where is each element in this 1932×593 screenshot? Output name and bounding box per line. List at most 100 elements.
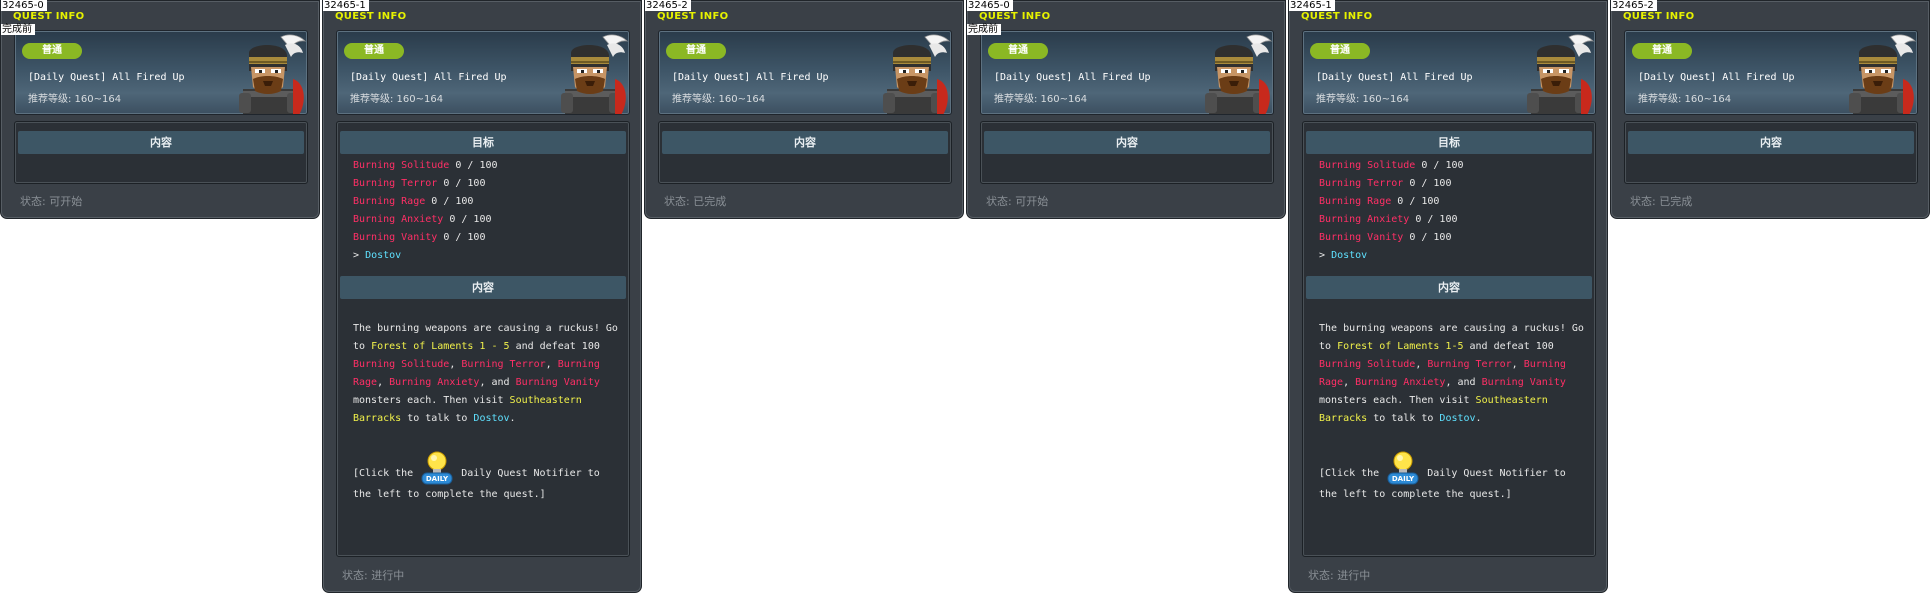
quest-info-window: 32465-1 QUEST INFO 普通 [Daily Quest] All … bbox=[1288, 0, 1608, 593]
goal-count: 0 / 100 bbox=[443, 232, 486, 243]
goal-mob-name: Burning Solitude bbox=[1319, 160, 1416, 171]
quest-status: 状态: 进行中 bbox=[342, 569, 405, 582]
quest-type-badge: 普通 bbox=[1632, 43, 1692, 59]
goal-row: Burning Vanity 0 / 100 bbox=[353, 232, 485, 244]
quest-header-card: 普通 [Daily Quest] All Fired Up 推荐等级: 160~… bbox=[980, 30, 1274, 115]
quest-subtitle: 完成前 bbox=[967, 24, 1001, 35]
quest-id-label: 32465-1 bbox=[323, 0, 369, 11]
recommended-level: 推荐等级: 160~164 bbox=[350, 94, 444, 105]
goal-count: 0 / 100 bbox=[431, 196, 474, 207]
desc-mob: Burning Anxiety bbox=[1355, 377, 1446, 388]
desc-text: to talk to bbox=[401, 413, 474, 424]
npc-portrait-svg bbox=[883, 34, 951, 114]
window-title: QUEST INFO bbox=[979, 11, 1051, 22]
daily-quest-notifier-icon[interactable]: DAILY bbox=[421, 450, 453, 486]
desc-text: . bbox=[509, 413, 516, 424]
desc-mob: Burning Terror bbox=[461, 359, 546, 370]
desc-text: , bbox=[1415, 359, 1428, 370]
goal-section-header: 目标 bbox=[1306, 131, 1592, 154]
content-section-header: 内容 bbox=[1628, 131, 1914, 154]
quest-info-window: 32465-1 QUEST INFO 普通 [Daily Quest] All … bbox=[322, 0, 642, 593]
quest-id-label: 32465-2 bbox=[1611, 0, 1657, 11]
quest-name: [Daily Quest] All Fired Up bbox=[994, 72, 1151, 83]
quest-status: 状态: 进行中 bbox=[1308, 569, 1371, 582]
quest-status: 状态: 已完成 bbox=[1630, 195, 1693, 208]
quest-description: The burning weapons are causing a ruckus… bbox=[1319, 320, 1585, 428]
quest-description: The burning weapons are causing a ruckus… bbox=[353, 320, 619, 428]
npc-link-row[interactable]: > Dostov bbox=[1319, 250, 1367, 262]
goal-row: Burning Rage 0 / 100 bbox=[353, 196, 473, 208]
desc-text: and defeat 100 bbox=[1463, 341, 1554, 352]
npc-portrait-svg bbox=[561, 34, 629, 114]
desc-text: , bbox=[1343, 377, 1356, 388]
quest-status: 状态: 已完成 bbox=[664, 195, 727, 208]
npc-portrait-icon bbox=[557, 31, 629, 114]
npc-link[interactable]: Dostov bbox=[365, 250, 401, 261]
desc-text: . bbox=[1475, 413, 1482, 424]
quest-name: [Daily Quest] All Fired Up bbox=[28, 72, 185, 83]
npc-arrow-icon: > bbox=[353, 250, 360, 261]
desc-mob: Burning Terror bbox=[1427, 359, 1512, 370]
npc-link-row[interactable]: > Dostov bbox=[353, 250, 401, 262]
npc-portrait-svg bbox=[1205, 34, 1273, 114]
content-section-header: 内容 bbox=[18, 131, 304, 154]
recommended-level: 推荐等级: 160~164 bbox=[672, 94, 766, 105]
goal-count: 0 / 100 bbox=[1421, 160, 1464, 171]
window-title: QUEST INFO bbox=[335, 11, 407, 22]
quest-header-card: 普通 [Daily Quest] All Fired Up 推荐等级: 160~… bbox=[336, 30, 630, 115]
content-section-header: 内容 bbox=[662, 131, 948, 154]
goal-mob-name: Burning Anxiety bbox=[1319, 214, 1410, 225]
quest-body: 内容 bbox=[980, 121, 1274, 184]
daily-quest-notifier-svg: DAILY bbox=[421, 451, 453, 485]
goal-mob-name: Burning Rage bbox=[353, 196, 426, 207]
goal-row: Burning Anxiety 0 / 100 bbox=[353, 214, 492, 226]
quest-id-label: 32465-0 bbox=[967, 0, 1013, 11]
quest-type-badge: 普通 bbox=[1310, 43, 1370, 59]
goal-count: 0 / 100 bbox=[449, 214, 492, 225]
goal-mob-name: Burning Rage bbox=[1319, 196, 1392, 207]
goal-count: 0 / 100 bbox=[1409, 232, 1452, 243]
quest-subtitle: 完成前 bbox=[1, 24, 35, 35]
quest-type-badge: 普通 bbox=[22, 43, 82, 59]
daily-quest-notifier-svg: DAILY bbox=[1387, 451, 1419, 485]
quest-info-window: 32465-0 完成前 QUEST INFO 普通 [Daily Quest] … bbox=[0, 0, 320, 219]
quest-info-window: 32465-2 QUEST INFO 普通 [Daily Quest] All … bbox=[1610, 0, 1930, 219]
notifier-hint: [Click the DAILY Daily Quest Notifier to… bbox=[353, 450, 619, 504]
npc-link[interactable]: Dostov bbox=[1331, 250, 1367, 261]
goal-row: Burning Solitude 0 / 100 bbox=[353, 160, 498, 172]
desc-text: , and bbox=[1445, 377, 1482, 388]
desc-mob: Burning Anxiety bbox=[389, 377, 480, 388]
goal-mob-name: Burning Vanity bbox=[1319, 232, 1404, 243]
desc-npc: Dostov bbox=[473, 413, 510, 424]
npc-arrow-icon: > bbox=[1319, 250, 1326, 261]
goal-count: 0 / 100 bbox=[1397, 196, 1440, 207]
content-section-header: 内容 bbox=[340, 276, 626, 299]
goal-row: Burning Terror 0 / 100 bbox=[1319, 178, 1451, 190]
quest-name: [Daily Quest] All Fired Up bbox=[672, 72, 829, 83]
quest-status: 状态: 可开始 bbox=[20, 195, 83, 208]
window-title: QUEST INFO bbox=[657, 11, 729, 22]
quest-body: 目标 Burning Solitude 0 / 100 Burning Terr… bbox=[1302, 121, 1596, 557]
quest-name: [Daily Quest] All Fired Up bbox=[1316, 72, 1473, 83]
npc-portrait-icon bbox=[1523, 31, 1595, 114]
npc-portrait-svg bbox=[1527, 34, 1595, 114]
goal-row: Burning Terror 0 / 100 bbox=[353, 178, 485, 190]
npc-portrait-icon bbox=[879, 31, 951, 114]
quest-info-window: 32465-0 完成前 QUEST INFO 普通 [Daily Quest] … bbox=[966, 0, 1286, 219]
window-title: QUEST INFO bbox=[1301, 11, 1373, 22]
desc-mob: Burning Vanity bbox=[515, 377, 600, 388]
desc-text: , and bbox=[479, 377, 516, 388]
goal-row: Burning Solitude 0 / 100 bbox=[1319, 160, 1464, 172]
goal-count: 0 / 100 bbox=[1409, 178, 1452, 189]
goal-row: Burning Vanity 0 / 100 bbox=[1319, 232, 1451, 244]
recommended-level: 推荐等级: 160~164 bbox=[28, 94, 122, 105]
goal-mob-name: Burning Terror bbox=[1319, 178, 1404, 189]
goal-count: 0 / 100 bbox=[1415, 214, 1458, 225]
window-title: QUEST INFO bbox=[1623, 11, 1695, 22]
npc-portrait-svg bbox=[239, 34, 307, 114]
quest-header-card: 普通 [Daily Quest] All Fired Up 推荐等级: 160~… bbox=[658, 30, 952, 115]
quest-type-badge: 普通 bbox=[344, 43, 404, 59]
goal-mob-name: Burning Anxiety bbox=[353, 214, 444, 225]
daily-quest-notifier-icon[interactable]: DAILY bbox=[1387, 450, 1419, 486]
desc-text: monsters each. Then visit bbox=[1319, 395, 1476, 406]
